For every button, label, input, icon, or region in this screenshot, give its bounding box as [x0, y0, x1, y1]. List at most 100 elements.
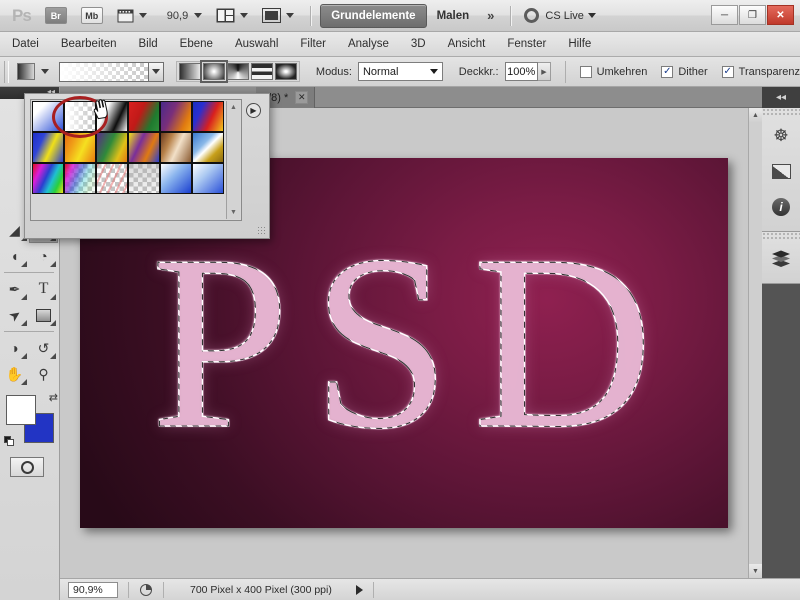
3d-object-rotate-tool[interactable]: ◑ [0, 335, 29, 361]
menu-filter[interactable]: Filter [300, 38, 326, 50]
menu-fenster[interactable]: Fenster [507, 38, 546, 50]
view-extras-chevron-down-icon[interactable] [138, 13, 147, 18]
picker-scroll-down-icon[interactable]: ▼ [227, 206, 240, 219]
quick-mask-button[interactable] [10, 457, 44, 477]
gradient-swatch-chrome[interactable] [192, 132, 224, 163]
reverse-checkbox[interactable] [579, 65, 592, 78]
menu-ebene[interactable]: Ebene [180, 38, 213, 50]
titlebar-divider [310, 5, 313, 26]
tool-preset-chevron-down-icon[interactable] [40, 69, 49, 74]
gradient-swatch-yellow-violet-orange-blue[interactable] [128, 132, 160, 163]
reflected-gradient-button[interactable] [250, 63, 273, 80]
gradient-swatch-blue-transparent[interactable] [192, 163, 224, 194]
gradient-swatch-copper[interactable] [160, 132, 192, 163]
menu-auswahl[interactable]: Auswahl [235, 38, 278, 50]
diamond-gradient-button[interactable] [274, 63, 297, 80]
menu-analyse[interactable]: Analyse [348, 38, 389, 50]
right-dock-collapse-icon[interactable]: ◂◂ [762, 87, 800, 108]
picker-scrollbar[interactable]: ▲ ▼ [226, 101, 240, 219]
screen-mode-selector[interactable] [262, 8, 295, 23]
dock-drag-handle-2[interactable] [762, 232, 800, 241]
menu-bearbeiten[interactable]: Bearbeiten [61, 38, 117, 50]
type-tool[interactable]: T [29, 276, 58, 302]
info-panel-button[interactable]: i [762, 189, 800, 225]
gradient-swatch-transparent-rainbow[interactable] [64, 163, 96, 194]
canvas-vertical-scrollbar[interactable]: ▲ ▼ [748, 108, 762, 578]
navigator-panel-button[interactable]: ☸ [762, 117, 800, 153]
status-expand-icon[interactable] [355, 584, 363, 595]
blend-mode-select[interactable]: Normal [357, 62, 443, 81]
restore-button[interactable]: ❐ [739, 5, 766, 25]
transparency-checkbox-group[interactable]: ✓ Transparenz [721, 65, 800, 78]
options-bar-grip[interactable] [4, 60, 10, 83]
view-extras-control[interactable] [117, 8, 147, 23]
gradient-swatch-red-green[interactable] [128, 101, 160, 132]
hand-tool[interactable]: ✋ [0, 361, 29, 387]
gradient-swatch-orange-yellow-orange[interactable] [64, 132, 96, 163]
gradient-picker-chevron-down-icon[interactable] [147, 62, 163, 81]
pen-tool[interactable]: ✒ [0, 276, 29, 302]
dither-checkbox[interactable]: ✓ [661, 65, 674, 78]
cs-live-control[interactable]: CS Live [524, 8, 596, 23]
arrange-chevron-down-icon[interactable] [240, 13, 249, 18]
cs-live-chevron-down-icon[interactable] [587, 13, 596, 18]
gradient-swatch-violet-green-orange[interactable] [96, 132, 128, 163]
zoom-tool[interactable]: ⚲ [29, 361, 58, 387]
menu-bild[interactable]: Bild [138, 38, 157, 50]
workspace-tab-malen[interactable]: Malen [427, 5, 480, 27]
active-tool-icon[interactable] [17, 63, 35, 80]
menu-hilfe[interactable]: Hilfe [568, 38, 591, 50]
menu-ansicht[interactable]: Ansicht [448, 38, 486, 50]
gradient-swatch-transparent-stripes[interactable] [96, 163, 128, 194]
launch-bridge-button[interactable]: Br [44, 7, 67, 24]
status-zoom-input[interactable]: 90,9% [68, 581, 118, 598]
picker-resize-handle[interactable] [257, 226, 267, 236]
screen-mode-control[interactable] [216, 8, 249, 23]
blur-tool[interactable]: ◖ [0, 243, 29, 269]
gradient-preview-swatch[interactable] [59, 62, 148, 81]
gradient-swatch-spectrum[interactable] [32, 163, 64, 194]
gradient-swatch-blue-red-yellow[interactable] [192, 101, 224, 132]
foreground-color-swatch[interactable] [6, 395, 36, 425]
path-selection-tool[interactable]: ➤ [0, 302, 29, 328]
dock-drag-handle[interactable] [762, 108, 800, 117]
zoom-chevron-down-icon[interactable] [194, 13, 203, 18]
menu-datei[interactable]: Datei [12, 38, 39, 50]
gradient-swatch-neutral-density[interactable] [128, 163, 160, 194]
opacity-input[interactable]: 100% [504, 62, 538, 81]
histogram-panel-button[interactable] [762, 153, 800, 189]
linear-gradient-button[interactable] [178, 63, 201, 80]
transparency-checkbox[interactable]: ✓ [721, 65, 734, 78]
3d-camera-rotate-tool[interactable]: ↺ [29, 335, 58, 361]
document-tab-close-icon[interactable]: ✕ [295, 91, 309, 104]
picker-scroll-up-icon[interactable]: ▲ [227, 101, 240, 114]
shape-tool[interactable] [29, 302, 58, 328]
scroll-up-icon[interactable]: ▲ [749, 108, 762, 122]
reverse-checkbox-group[interactable]: Umkehren [579, 65, 647, 78]
gradient-swatch-foreground-to-background[interactable] [32, 101, 64, 132]
workspace-more-icon[interactable]: » [487, 8, 494, 23]
gradient-picker-popup[interactable]: ▲ ▼ ▶ [24, 93, 270, 239]
scroll-down-icon[interactable]: ▼ [749, 564, 762, 578]
launch-mini-bridge-button[interactable]: Mb [80, 7, 103, 24]
opacity-slider-button[interactable]: ▶ [537, 62, 551, 81]
angle-gradient-button[interactable] [226, 63, 249, 80]
gradient-swatch-violet-orange[interactable] [160, 101, 192, 132]
picker-menu-icon[interactable]: ▶ [246, 103, 261, 118]
status-doc-icon-cell[interactable] [139, 583, 153, 597]
titlebar-zoom-value[interactable]: 90,9 [167, 10, 188, 22]
screen-mode-chevron-down-icon[interactable] [286, 13, 295, 18]
gradient-swatch-blue-yellow-blue[interactable] [32, 132, 64, 163]
layers-panel-button[interactable] [762, 241, 800, 277]
swap-colors-icon[interactable]: ⇄ [49, 391, 58, 404]
default-colors-icon[interactable] [4, 436, 15, 447]
dither-checkbox-group[interactable]: ✓ Dither [661, 65, 708, 78]
dodge-tool[interactable]: ◔ [29, 243, 58, 269]
menu-3d[interactable]: 3D [411, 38, 426, 50]
workspace-tab-grundelemente[interactable]: Grundelemente [320, 3, 427, 28]
minimize-button[interactable]: ─ [711, 5, 738, 25]
radial-gradient-button[interactable] [199, 60, 228, 83]
close-button[interactable]: ✕ [767, 5, 794, 25]
gradient-swatch-blue-white[interactable] [160, 163, 192, 194]
gradient-preview-control[interactable] [58, 61, 164, 82]
